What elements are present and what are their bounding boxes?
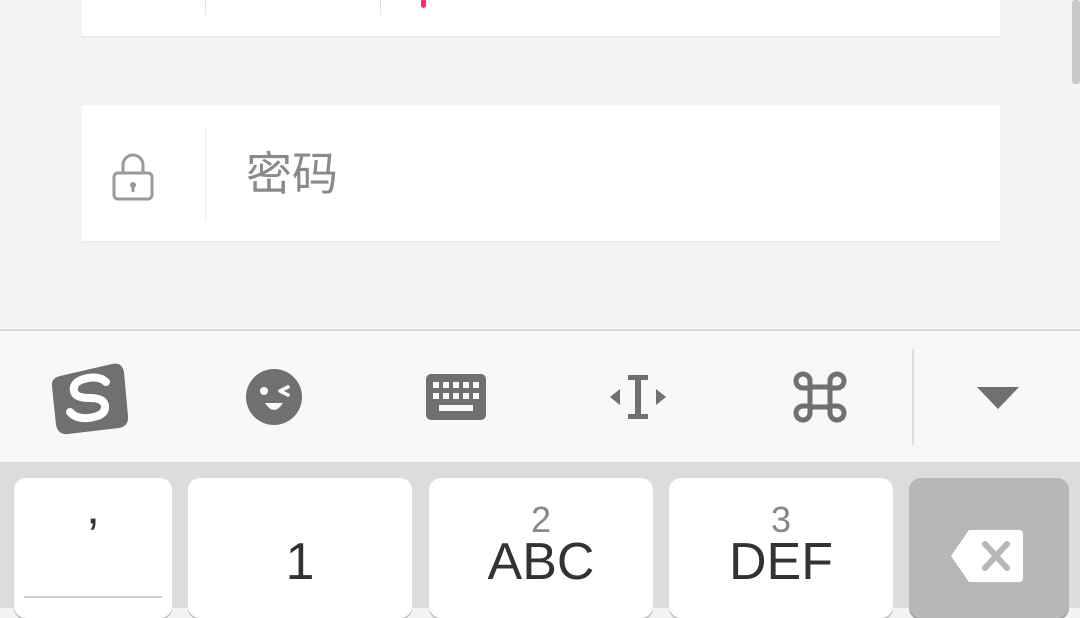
- collapse-keyboard-button[interactable]: [938, 331, 1058, 462]
- login-form-area: 密码: [0, 0, 1080, 330]
- key-label: ’: [87, 508, 99, 564]
- field-divider: [205, 0, 206, 15]
- key-2-abc[interactable]: 2 ABC: [429, 478, 653, 618]
- cursor-move-button[interactable]: [578, 331, 698, 462]
- toolbar-divider: [912, 349, 914, 445]
- backspace-key[interactable]: [909, 478, 1069, 618]
- key-label: 1: [285, 533, 315, 591]
- key-punctuation[interactable]: ’: [14, 478, 172, 618]
- field-divider: [380, 0, 381, 15]
- command-icon: [793, 371, 847, 422]
- text-caret: [421, 0, 426, 8]
- sogou-logo-button[interactable]: [30, 331, 150, 462]
- cursor-move-icon: [610, 374, 666, 419]
- keyboard-keys: ’ 1 2 ABC 3 DEF: [0, 462, 1080, 618]
- key-1[interactable]: 1: [188, 478, 412, 618]
- key-label: DEF: [729, 533, 833, 591]
- ime-toolbar: [0, 329, 1080, 464]
- emoji-icon: [246, 368, 302, 425]
- key-divider: [24, 596, 162, 598]
- chevron-down-icon: [977, 386, 1019, 409]
- key-3-def[interactable]: 3 DEF: [669, 478, 893, 618]
- password-field[interactable]: 密码: [82, 105, 1000, 243]
- backspace-icon: [951, 530, 1023, 582]
- lock-icon: [112, 153, 154, 201]
- keyboard-switch-button[interactable]: [396, 331, 516, 462]
- username-field[interactable]: [82, 0, 1000, 38]
- emoji-button[interactable]: [214, 331, 334, 462]
- command-button[interactable]: [760, 331, 880, 462]
- password-placeholder: 密码: [246, 147, 338, 201]
- key-label: ABC: [487, 533, 595, 591]
- field-divider: [205, 129, 206, 221]
- keyboard-icon: [426, 373, 486, 420]
- sogou-logo-icon: [51, 363, 129, 434]
- scrollbar[interactable]: [1072, 0, 1080, 84]
